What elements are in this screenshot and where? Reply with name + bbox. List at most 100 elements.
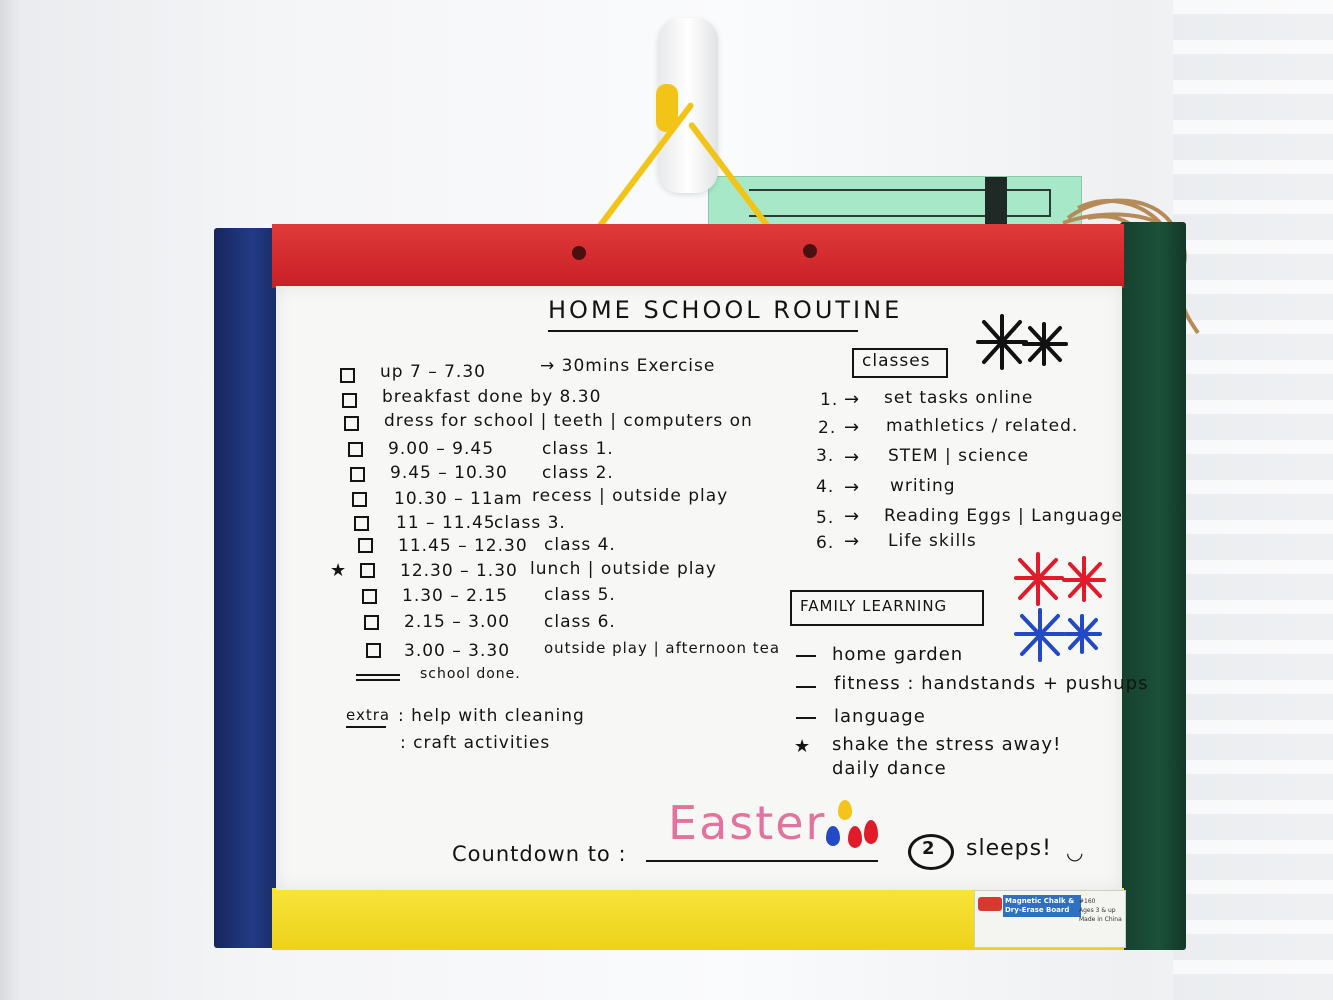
routine-time: 3.00 – 3.30 — [404, 641, 511, 661]
checkbox — [364, 615, 379, 630]
class-number: 6. — [816, 533, 835, 553]
board-frame-top-red — [272, 224, 1124, 288]
checkbox — [352, 492, 367, 507]
egg-yellow — [838, 800, 852, 820]
checkbox — [340, 368, 355, 383]
rope-knot — [656, 84, 678, 132]
wall-edge — [0, 0, 22, 1000]
routine-time: dress for school | teeth | computers on — [384, 411, 753, 431]
routine-time: breakfast done by 8.30 — [382, 387, 602, 407]
routine-time: 12.30 – 1.30 — [400, 561, 518, 581]
title-underline — [548, 330, 858, 332]
routine-activity: class 4. — [544, 535, 616, 555]
star-mark: ★ — [794, 736, 812, 757]
checkbox — [342, 393, 357, 408]
classes-heading: classes — [862, 351, 931, 371]
board-frame-left-blue — [214, 228, 276, 948]
hanging-hole-left — [572, 246, 586, 260]
class-label: Reading Eggs | Language — [884, 506, 1124, 526]
egg-red — [848, 826, 862, 848]
class-label: Life skills — [888, 531, 977, 551]
arrow-icon: → — [844, 506, 860, 527]
routine-time: up 7 – 7.30 — [380, 362, 486, 382]
routine-activity: recess | outside play — [532, 486, 729, 506]
routine-time: 9.00 – 9.45 — [388, 439, 495, 459]
hanging-hole-right — [803, 244, 817, 258]
class-number: 2. — [818, 418, 837, 438]
countdown-blank-line — [646, 860, 878, 862]
class-number: 3. — [816, 446, 835, 466]
countdown-event: Easter — [668, 796, 827, 850]
class-label: set tasks online — [884, 388, 1034, 408]
class-label: STEM | science — [888, 446, 1030, 466]
extra-item: : craft activities — [400, 733, 551, 753]
routine-time: 2.15 – 3.00 — [404, 612, 511, 632]
dash-bullet — [796, 686, 816, 688]
done-line — [356, 674, 400, 676]
colorful-star-doodles — [1014, 552, 1106, 662]
arrow-icon: → — [844, 447, 860, 468]
sticker-title-line: Magnetic Chalk & — [1005, 897, 1075, 905]
star-mark: ★ — [330, 560, 348, 581]
dash-bullet — [796, 717, 816, 719]
done-line — [356, 679, 400, 681]
board-title: HOME SCHOOL ROUTINE — [548, 296, 903, 324]
extra-item: : help with cleaning — [398, 706, 585, 726]
paper-print-block — [985, 177, 1007, 229]
arrow-icon: → — [844, 417, 860, 438]
checkbox — [354, 516, 369, 531]
checkbox — [360, 563, 375, 578]
checkbox — [344, 416, 359, 431]
arrow-icon: → — [844, 531, 860, 552]
family-heading: FAMILY LEARNING — [800, 597, 948, 615]
sticker-title-line: Dry-Erase Board — [1005, 906, 1070, 914]
school-done-text: school done. — [420, 666, 521, 682]
dash-bullet — [796, 655, 816, 657]
sticker-meta-line: Ages 3 & up — [1079, 907, 1116, 914]
class-label: mathletics / related. — [886, 416, 1079, 436]
extra-label: extra — [346, 706, 391, 724]
countdown-label: Countdown to : — [452, 842, 627, 866]
routine-time: 9.45 – 10.30 — [390, 463, 508, 483]
egg-red — [864, 820, 878, 844]
routine-activity: class 2. — [542, 463, 614, 483]
sleeps-number: 2 — [922, 838, 936, 859]
board-frame-right-green — [1120, 222, 1186, 950]
family-item: fitness : handstands + pushups — [834, 673, 1149, 694]
checkbox — [358, 538, 373, 553]
class-number: 5. — [816, 508, 835, 528]
egg-blue — [826, 826, 840, 846]
sleeps-label: sleeps! — [966, 836, 1052, 861]
routine-activity: lunch | outside play — [530, 559, 717, 579]
routine-time: 11.45 – 12.30 — [398, 536, 528, 556]
routine-time: 10.30 – 11am — [394, 489, 523, 509]
routine-activity: class 5. — [544, 585, 616, 605]
routine-time: 11 – 11.45 — [396, 513, 496, 533]
checkbox — [348, 442, 363, 457]
family-item: shake the stress away! daily dance — [832, 734, 1062, 779]
black-star-doodle — [976, 314, 1068, 370]
routine-activity: outside play | afternoon tea — [544, 639, 781, 657]
routine-time: 1.30 – 2.15 — [402, 586, 509, 606]
family-item: home garden — [832, 644, 964, 665]
sticker-meta-line: #160 — [1079, 898, 1096, 905]
smiley-doodle: ◡ — [1066, 840, 1085, 864]
extra-underline — [346, 726, 386, 728]
checkbox — [362, 589, 377, 604]
class-number: 1. — [820, 390, 839, 410]
window-blind-reflection — [1173, 0, 1333, 1000]
sticker-meta: #160 Ages 3 & up Made in China — [1079, 897, 1123, 924]
routine-activity: class 6. — [544, 612, 616, 632]
product-sticker: Magnetic Chalk & Dry-Erase Board #160 Ag… — [974, 890, 1126, 948]
brand-logo — [978, 897, 1002, 911]
routine-activity: → 30mins Exercise — [540, 356, 716, 376]
sticker-title: Magnetic Chalk & Dry-Erase Board — [1003, 895, 1081, 917]
checkbox — [366, 643, 381, 658]
class-number: 4. — [816, 477, 835, 497]
arrow-icon: → — [844, 477, 860, 498]
checkbox — [350, 467, 365, 482]
routine-activity: class 1. — [542, 439, 614, 459]
routine-activity: class 3. — [494, 513, 566, 533]
sticker-meta-line: Made in China — [1079, 916, 1122, 923]
arrow-icon: → — [844, 389, 860, 410]
